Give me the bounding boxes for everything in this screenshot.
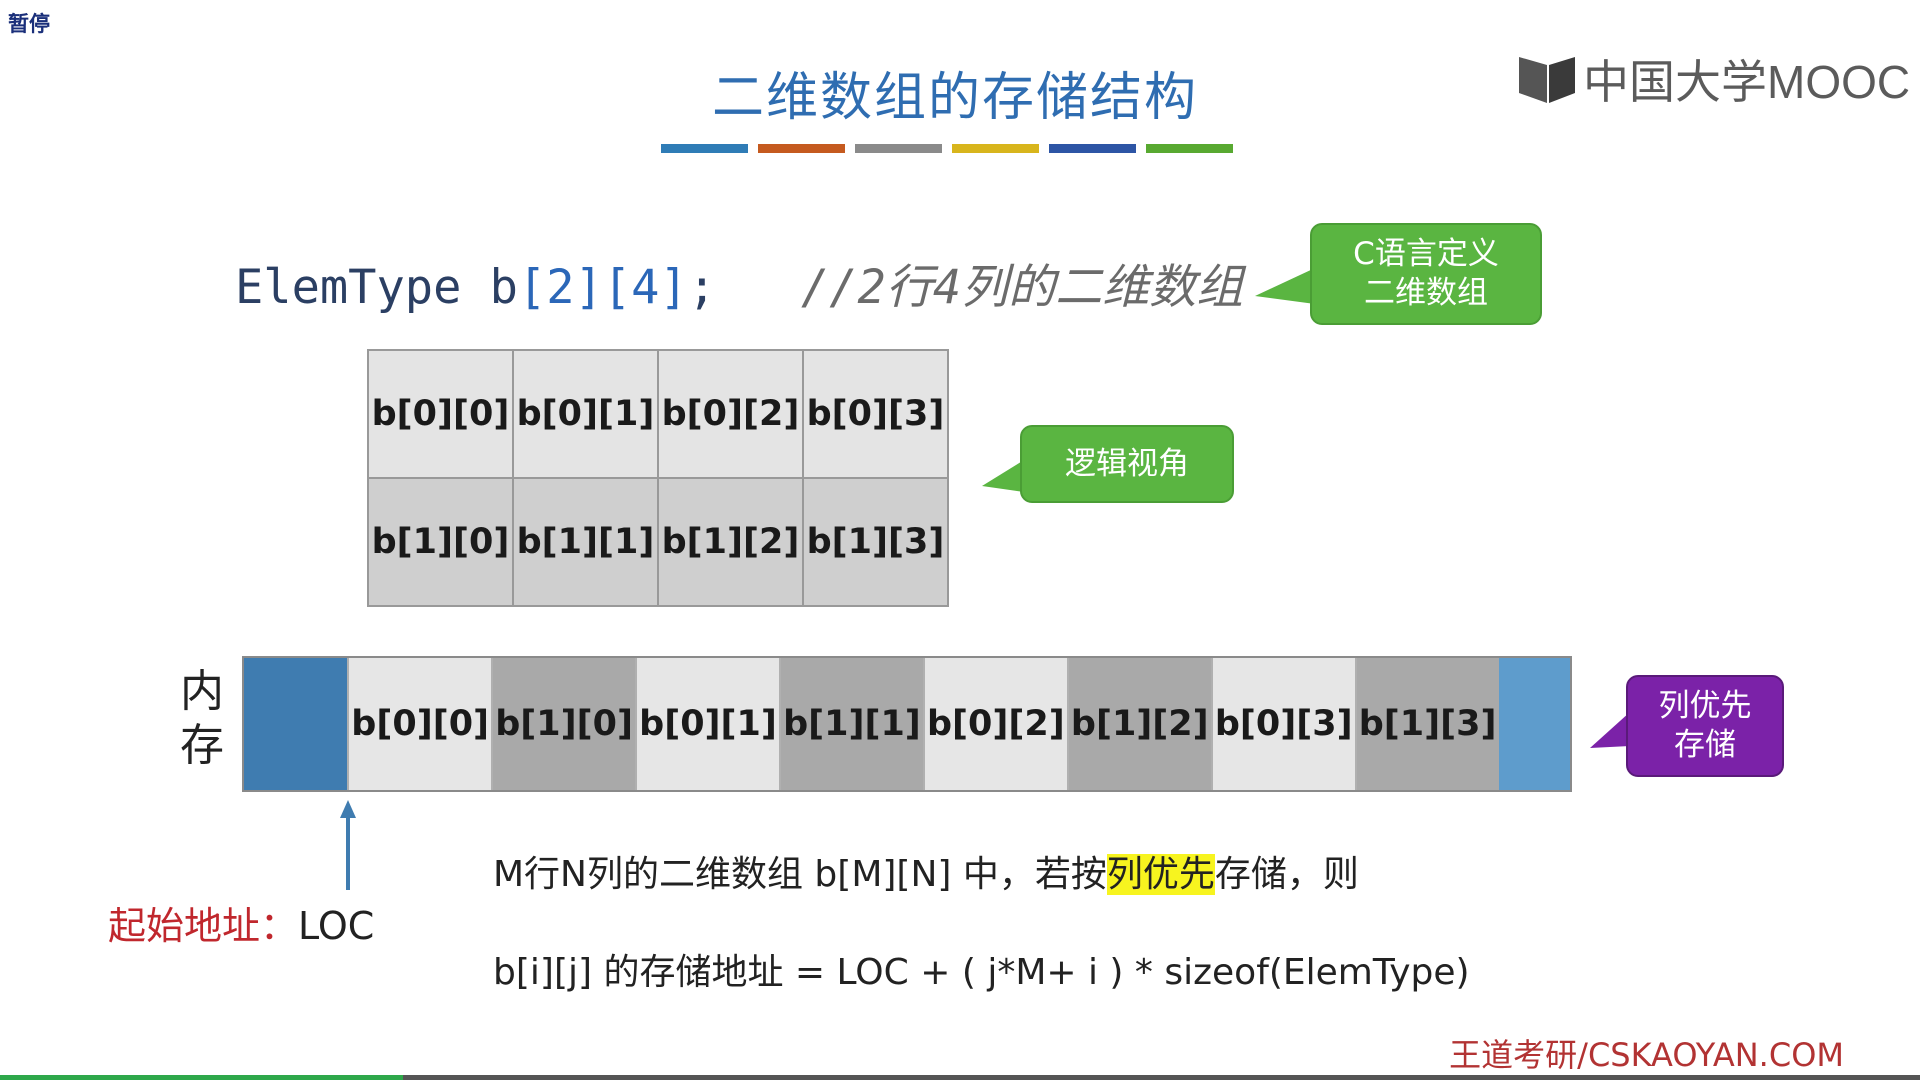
memory-cell: b[1][3]: [1354, 658, 1499, 790]
color-bar-segment: [661, 144, 748, 153]
callout-pointer: [982, 460, 1024, 492]
callout-logical-view: 逻辑视角: [1020, 425, 1234, 503]
start-address: 起始地址：LOC: [108, 895, 374, 950]
pause-label[interactable]: 暂停: [8, 8, 50, 38]
matrix-row: b[1][0] b[1][1] b[1][2] b[1][3]: [367, 477, 949, 607]
matrix-cell: b[1][1]: [512, 477, 659, 607]
matrix-cell: b[0][1]: [512, 349, 659, 479]
callout-column-major: 列优先 存储: [1626, 675, 1784, 777]
callout-logical-view-text: 逻辑视角: [1065, 445, 1189, 482]
explanation-text: M行N列的二维数组 b[M][N] 中，若按: [493, 854, 1107, 895]
book-icon: [1519, 57, 1575, 103]
footer-brand: 王道考研/CSKAOYAN.COM: [1449, 1036, 1844, 1074]
memory-cap-end: [1498, 658, 1571, 790]
memory-cap-start: [244, 658, 348, 790]
logical-matrix: b[0][0] b[0][1] b[0][2] b[0][3] b[1][0] …: [367, 349, 949, 607]
start-address-label: 起始地址：: [108, 904, 299, 948]
callout-column-major-text: 列优先 存储: [1658, 688, 1752, 763]
code-var: b: [489, 260, 518, 315]
color-bar-segment: [1146, 144, 1233, 153]
mooc-logo: 中国大学MOOC: [1517, 46, 1910, 112]
logo-text: 中国大学MOOC: [1583, 56, 1911, 108]
color-bar-segment: [758, 144, 845, 153]
memory-cell: b[1][1]: [778, 658, 923, 790]
address-formula: b[i][j] 的存储地址 = LOC + ( j*M+ i ) * sizeo…: [493, 952, 1470, 993]
title-color-bar: [661, 144, 1233, 153]
matrix-cell: b[1][0]: [367, 477, 514, 607]
code-declaration: ElemType b[2][4]; //2行4列的二维数组: [235, 260, 1244, 315]
callout-c-definition-text: C语言定义 二维数组: [1353, 236, 1499, 311]
matrix-cell: b[1][3]: [802, 477, 949, 607]
memory-cell: b[1][0]: [491, 658, 636, 790]
memory-cell: b[0][3]: [1210, 658, 1355, 790]
matrix-cell: b[0][3]: [802, 349, 949, 479]
callout-c-definition: C语言定义 二维数组: [1310, 223, 1542, 325]
callout-pointer: [1590, 712, 1630, 748]
matrix-row: b[0][0] b[0][1] b[0][2] b[0][3]: [367, 349, 949, 479]
matrix-cell: b[0][2]: [657, 349, 804, 479]
memory-cell: b[0][1]: [635, 658, 779, 790]
explanation-line-1: M行N列的二维数组 b[M][N] 中，若按列优先存储，则: [493, 845, 1359, 897]
memory-cell: b[1][2]: [1066, 658, 1211, 790]
start-address-value: LOC: [298, 904, 375, 948]
video-progress-fill[interactable]: [0, 1075, 404, 1080]
color-bar-segment: [1049, 144, 1136, 153]
memory-strip: b[0][0] b[1][0] b[0][1] b[1][1] b[0][2] …: [242, 656, 1572, 792]
code-dim1: 2: [546, 260, 575, 315]
memory-cell: b[0][2]: [922, 658, 1067, 790]
code-dim2: 4: [631, 260, 660, 315]
up-arrow-icon: [340, 800, 356, 890]
matrix-cell: b[0][0]: [367, 349, 514, 479]
memory-label: 内 存: [180, 666, 224, 771]
color-bar-segment: [855, 144, 942, 153]
highlight-column-major: 列优先: [1106, 854, 1215, 895]
color-bar-segment: [952, 144, 1039, 153]
callout-pointer: [1255, 268, 1315, 304]
code-type: ElemType: [235, 260, 462, 315]
explanation-text: 存储，则: [1214, 854, 1359, 895]
memory-cell: b[0][0]: [347, 658, 492, 790]
matrix-cell: b[1][2]: [657, 477, 804, 607]
code-comment: //2行4列的二维数组: [800, 260, 1244, 315]
